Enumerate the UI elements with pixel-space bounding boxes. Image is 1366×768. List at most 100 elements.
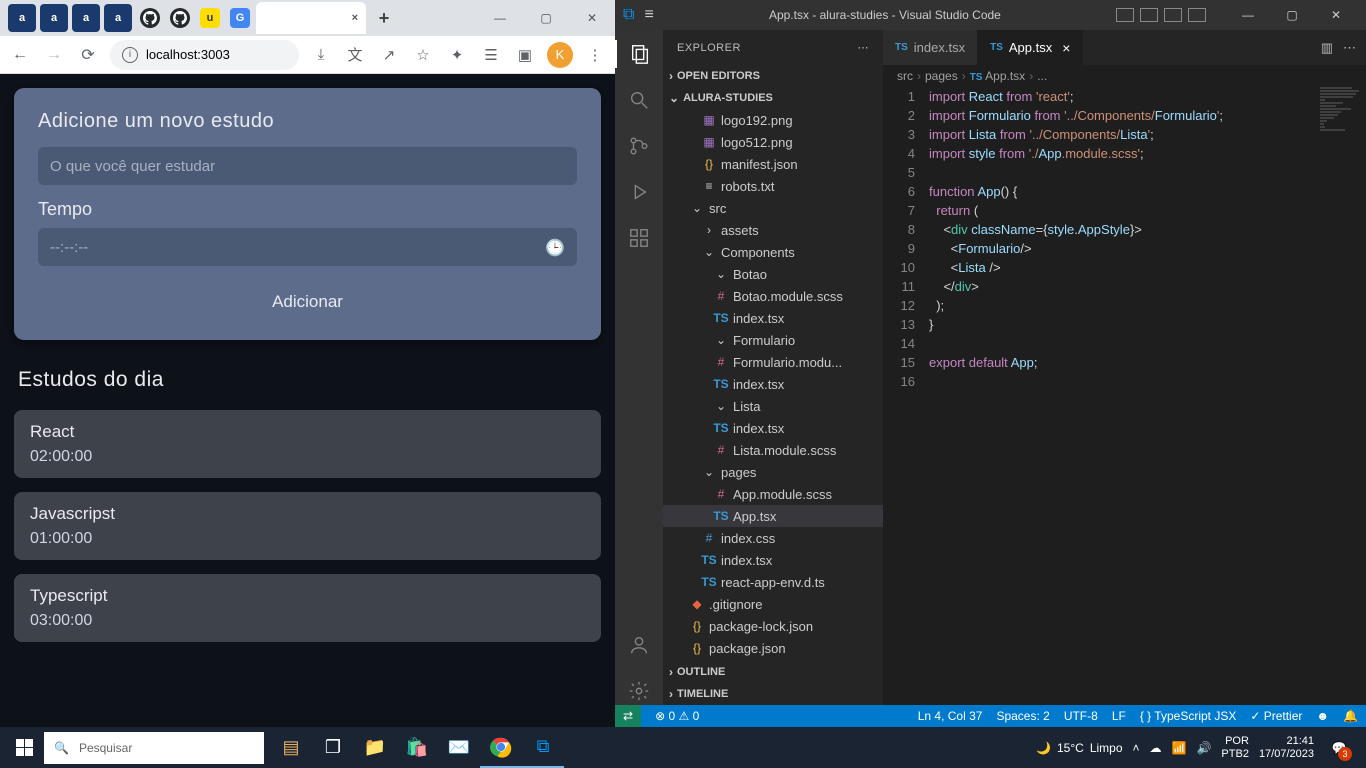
tab-github-2[interactable] <box>170 8 190 28</box>
tray-chevron-icon[interactable]: ˄ <box>1133 741 1140 755</box>
start-button[interactable] <box>4 728 44 768</box>
tree-item[interactable]: {}manifest.json <box>663 153 883 175</box>
address-bar[interactable]: i localhost:3003 <box>110 40 299 70</box>
tree-item[interactable]: #Formulario.modu... <box>663 351 883 373</box>
layout-4-icon[interactable] <box>1188 8 1206 22</box>
project-section[interactable]: ⌄ALURA-STUDIES <box>663 87 883 109</box>
taskbar-app-1[interactable]: ▤ <box>270 728 312 768</box>
tree-item[interactable]: {}package-lock.json <box>663 615 883 637</box>
tree-item[interactable]: #App.module.scss <box>663 483 883 505</box>
install-icon[interactable]: ⤓ <box>309 43 333 67</box>
back-button[interactable]: ← <box>8 43 32 67</box>
tree-item[interactable]: ⌄Lista <box>663 395 883 417</box>
chrome-menu-icon[interactable]: ⋮ <box>583 43 607 67</box>
tree-item[interactable]: ▦logo192.png <box>663 109 883 131</box>
wifi-icon[interactable]: 📶 <box>1172 741 1187 755</box>
breadcrumbs[interactable]: src› pages›TS App.tsx› ... <box>883 65 1366 87</box>
language-indicator[interactable]: PORPTB2 <box>1221 735 1249 761</box>
explorer-more-icon[interactable]: ⋯ <box>858 41 870 54</box>
problems-indicator[interactable]: ⊗ 0 ⚠ 0 <box>655 709 699 723</box>
editor-tab[interactable]: TSindex.tsx <box>883 30 978 65</box>
encoding-status[interactable]: UTF-8 <box>1064 709 1098 723</box>
layout-2-icon[interactable] <box>1140 8 1158 22</box>
profile-avatar[interactable]: K <box>547 42 573 68</box>
notifications-icon[interactable]: 💬3 <box>1324 733 1354 763</box>
tree-item[interactable]: ⌄pages <box>663 461 883 483</box>
tab-alura-4[interactable]: a <box>104 4 132 32</box>
layout-1-icon[interactable] <box>1116 8 1134 22</box>
add-button[interactable]: Adicionar <box>258 286 357 318</box>
tab-active[interactable]: × <box>256 2 366 34</box>
breadcrumb-item[interactable]: src <box>897 69 913 83</box>
language-mode[interactable]: { } TypeScript JSX <box>1140 709 1237 723</box>
close-button[interactable]: ✕ <box>569 0 615 36</box>
indent-status[interactable]: Spaces: 2 <box>996 709 1049 723</box>
settings-gear-icon[interactable] <box>625 677 653 705</box>
tree-item[interactable]: TSindex.tsx <box>663 307 883 329</box>
time-input[interactable] <box>38 228 577 266</box>
outlook-icon[interactable]: ✉️ <box>438 728 480 768</box>
microsoft-store-icon[interactable]: 🛍️ <box>396 728 438 768</box>
source-control-icon[interactable] <box>625 132 653 160</box>
editor-tab[interactable]: TSApp.tsx× <box>978 30 1083 65</box>
taskbar-search[interactable]: 🔍 Pesquisar <box>44 732 264 764</box>
tree-item[interactable]: ▦logo512.png <box>663 131 883 153</box>
layout-3-icon[interactable] <box>1164 8 1182 22</box>
chrome-taskbar-icon[interactable] <box>480 728 522 768</box>
open-editors-section[interactable]: ›OPEN EDITORS <box>663 65 883 87</box>
clock[interactable]: 21:4117/07/2023 <box>1259 735 1314 761</box>
close-tab-icon[interactable]: × <box>1062 40 1070 56</box>
timeline-section[interactable]: ›TIMELINE <box>663 683 883 705</box>
extensions-icon[interactable] <box>625 224 653 252</box>
tree-item[interactable]: TSindex.tsx <box>663 417 883 439</box>
sidepanel-icon[interactable]: ▣ <box>513 43 537 67</box>
vscode-menu-icon[interactable]: ≡ <box>644 6 653 24</box>
forward-button[interactable]: → <box>42 43 66 67</box>
maximize-button[interactable]: ▢ <box>523 0 569 36</box>
tab-google[interactable]: G <box>230 8 250 28</box>
remote-indicator[interactable]: ⇄ <box>615 705 641 727</box>
reader-icon[interactable]: ☰ <box>479 43 503 67</box>
tab-alura-3[interactable]: a <box>72 4 100 32</box>
tree-item[interactable]: ≡robots.txt <box>663 175 883 197</box>
account-icon[interactable] <box>625 631 653 659</box>
tab-alura-1[interactable]: a <box>8 4 36 32</box>
tree-item[interactable]: TSindex.tsx <box>663 549 883 571</box>
tree-item[interactable]: ⌄Botao <box>663 263 883 285</box>
study-input[interactable] <box>38 147 577 185</box>
vsc-close-button[interactable]: ✕ <box>1314 0 1358 30</box>
breadcrumb-item[interactable]: ... <box>1037 69 1047 83</box>
tree-item[interactable]: TSindex.tsx <box>663 373 883 395</box>
study-item[interactable]: Javascripst01:00:00 <box>14 492 601 560</box>
volume-icon[interactable]: 🔊 <box>1196 741 1211 755</box>
code-lines[interactable]: import React from 'react';import Formula… <box>929 87 1366 705</box>
tree-item[interactable]: ⌄Components <box>663 241 883 263</box>
bookmark-star-icon[interactable]: ☆ <box>411 43 435 67</box>
code-area[interactable]: 12345678910111213141516 import React fro… <box>883 87 1366 705</box>
minimap[interactable] <box>1320 87 1366 705</box>
minimize-button[interactable]: — <box>477 0 523 36</box>
study-item[interactable]: React02:00:00 <box>14 410 601 478</box>
site-info-icon[interactable]: i <box>122 47 138 63</box>
explorer-icon[interactable] <box>615 40 663 68</box>
tab-github-1[interactable] <box>140 8 160 28</box>
close-tab-icon[interactable]: × <box>352 12 358 24</box>
new-tab-button[interactable]: + <box>368 2 400 34</box>
vsc-minimize-button[interactable]: — <box>1226 0 1270 30</box>
translate-icon[interactable]: 文 <box>343 43 367 67</box>
feedback-icon[interactable]: ☻ <box>1316 709 1329 723</box>
vscode-taskbar-icon[interactable]: ⧉ <box>522 728 564 768</box>
tab-alura-2[interactable]: a <box>40 4 68 32</box>
tree-item[interactable]: {}package.json <box>663 637 883 659</box>
tree-item[interactable]: ⌄src <box>663 197 883 219</box>
vsc-maximize-button[interactable]: ▢ <box>1270 0 1314 30</box>
tree-item[interactable]: #Lista.module.scss <box>663 439 883 461</box>
share-icon[interactable]: ↗ <box>377 43 401 67</box>
study-item[interactable]: Typescript03:00:00 <box>14 574 601 642</box>
tree-item[interactable]: #Botao.module.scss <box>663 285 883 307</box>
tree-item[interactable]: ◆.gitignore <box>663 593 883 615</box>
tree-item[interactable]: #index.css <box>663 527 883 549</box>
tab-u[interactable]: u <box>200 8 220 28</box>
weather-widget[interactable]: 🌙 15°C Limpo <box>1036 741 1122 755</box>
eol-status[interactable]: LF <box>1112 709 1126 723</box>
